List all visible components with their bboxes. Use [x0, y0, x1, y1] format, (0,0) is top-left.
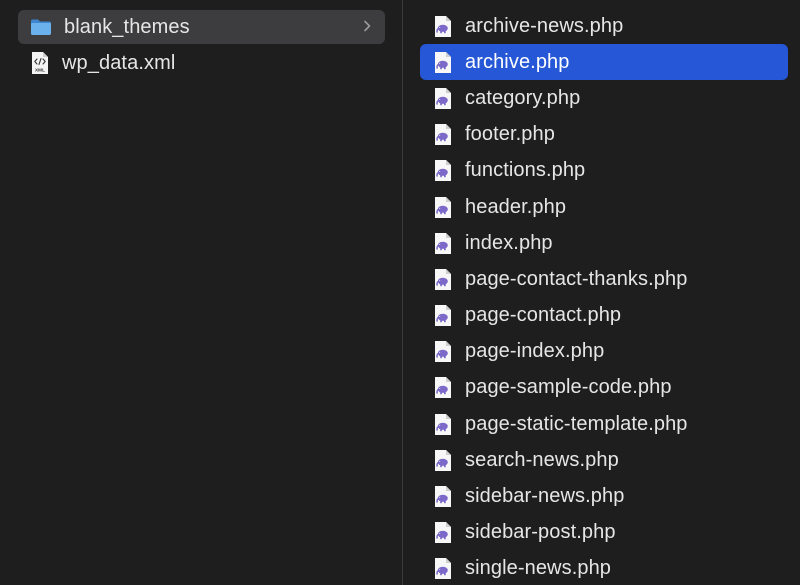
php-file-icon [435, 196, 451, 218]
list-item-label: single-news.php [465, 557, 612, 580]
php-file-icon [435, 522, 451, 544]
list-item-search-news-php[interactable]: search-news.php [420, 442, 788, 478]
xml-file-icon: XML [32, 52, 48, 74]
list-item-label: blank_themes [64, 15, 190, 38]
php-file-icon [435, 305, 451, 327]
list-item-label: search-news.php [465, 448, 619, 471]
finder-column-view: blank_themes XML wp_data.xml archive-new [0, 0, 800, 585]
php-file-icon [435, 413, 451, 435]
php-file-icon [435, 341, 451, 363]
list-item-label: page-contact-thanks.php [465, 267, 688, 290]
list-item-functions-php[interactable]: functions.php [420, 153, 788, 189]
list-item-category-php[interactable]: category.php [420, 80, 788, 116]
list-item-label: page-index.php [465, 340, 605, 363]
php-file-icon [435, 124, 451, 146]
php-file-icon [435, 232, 451, 254]
list-item-index-php[interactable]: index.php [420, 225, 788, 261]
php-file-icon [435, 51, 451, 73]
list-item-page-contact-thanks-php[interactable]: page-contact-thanks.php [420, 261, 788, 297]
php-file-icon [435, 15, 451, 37]
list-item-page-contact-php[interactable]: page-contact.php [420, 298, 788, 334]
list-item-page-static-template-php[interactable]: page-static-template.php [420, 406, 788, 442]
list-item-wp-data-xml[interactable]: XML wp_data.xml [18, 46, 385, 80]
list-item-label: footer.php [465, 123, 555, 146]
php-file-icon [435, 486, 451, 508]
list-item-sidebar-news-php[interactable]: sidebar-news.php [420, 478, 788, 514]
list-item-label: index.php [465, 231, 553, 254]
column-parent[interactable]: blank_themes XML wp_data.xml [0, 0, 403, 585]
list-item-footer-php[interactable]: footer.php [420, 117, 788, 153]
php-file-icon [435, 268, 451, 290]
list-item-blank-themes[interactable]: blank_themes [18, 10, 385, 44]
list-item-archive-php[interactable]: archive.php [420, 44, 788, 81]
list-item-label: functions.php [465, 159, 586, 182]
list-item-single-news-php[interactable]: single-news.php [420, 551, 788, 585]
chevron-right-icon [364, 20, 371, 32]
list-item-label: page-static-template.php [465, 412, 688, 435]
list-item-label: wp_data.xml [62, 51, 176, 74]
list-item-label: header.php [465, 195, 567, 218]
list-item-label: sidebar-news.php [465, 485, 625, 508]
php-file-icon [435, 558, 451, 580]
list-item-label: category.php [465, 86, 581, 109]
list-item-label: archive-news.php [465, 14, 624, 37]
php-file-icon [435, 377, 451, 399]
list-item-label: page-sample-code.php [465, 376, 672, 399]
list-item-sidebar-post-php[interactable]: sidebar-post.php [420, 515, 788, 551]
list-item-archive-news-php[interactable]: archive-news.php [420, 8, 788, 44]
list-item-label: sidebar-post.php [465, 521, 616, 544]
list-item-header-php[interactable]: header.php [420, 189, 788, 225]
list-item-label: archive.php [465, 50, 570, 73]
list-item-page-sample-code-php[interactable]: page-sample-code.php [420, 370, 788, 406]
php-file-icon [435, 449, 451, 471]
list-item-label: page-contact.php [465, 304, 622, 327]
php-file-icon [435, 87, 451, 109]
php-file-icon [435, 160, 451, 182]
column-files[interactable]: archive-news.php archive.php category.ph… [404, 0, 800, 585]
list-item-page-index-php[interactable]: page-index.php [420, 334, 788, 370]
svg-text:XML: XML [35, 68, 45, 73]
folder-icon [31, 19, 51, 35]
